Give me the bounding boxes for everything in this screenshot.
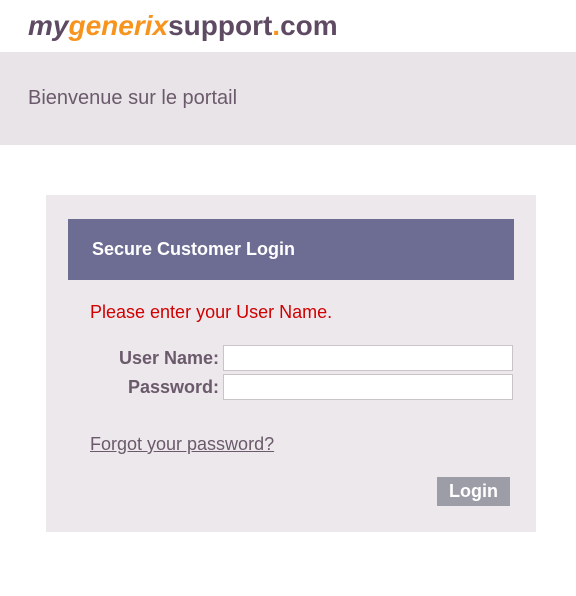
logo-part-support: support (168, 10, 272, 41)
logo-part-com: com (280, 10, 338, 41)
main-area: Secure Customer Login Please enter your … (0, 145, 576, 562)
error-message: Please enter your User Name. (68, 302, 514, 323)
logo-part-my: my (28, 10, 68, 41)
button-row: Login (68, 477, 514, 506)
header: mygenerixsupport.com (0, 0, 576, 52)
username-input[interactable] (223, 345, 513, 371)
logo-part-generix: generix (68, 10, 168, 41)
login-title: Secure Customer Login (68, 219, 514, 280)
login-box: Secure Customer Login Please enter your … (46, 195, 536, 532)
welcome-text: Bienvenue sur le portail (28, 87, 237, 109)
password-input[interactable] (223, 374, 513, 400)
welcome-bar: Bienvenue sur le portail (0, 52, 576, 145)
forgot-row: Forgot your password? (68, 434, 514, 455)
username-label: User Name: (68, 348, 223, 369)
forgot-password-link[interactable]: Forgot your password? (90, 434, 274, 454)
site-logo: mygenerixsupport.com (28, 10, 576, 42)
username-row: User Name: (68, 345, 514, 371)
login-button[interactable]: Login (437, 477, 510, 506)
password-row: Password: (68, 374, 514, 400)
logo-part-dot: . (272, 10, 280, 41)
password-label: Password: (68, 377, 223, 398)
